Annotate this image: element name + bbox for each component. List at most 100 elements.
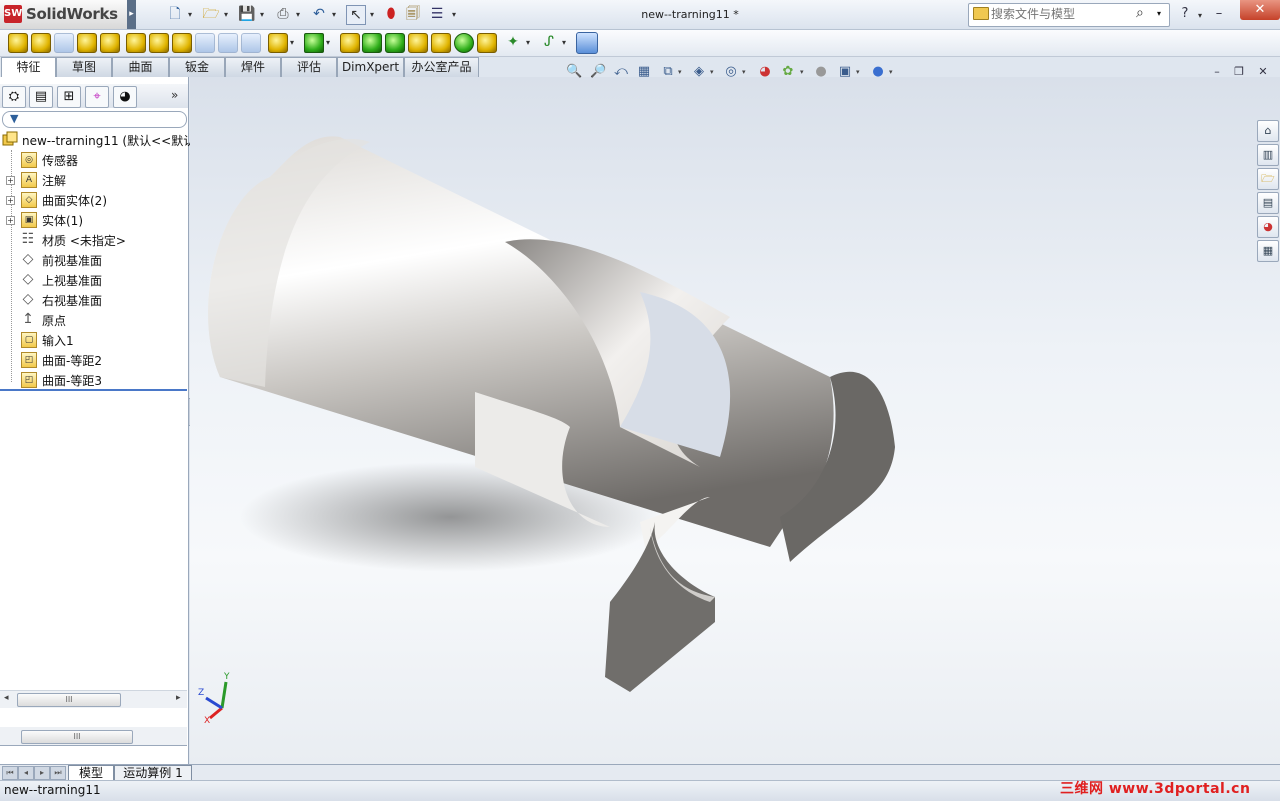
save-icon[interactable]: 💾 xyxy=(238,5,256,23)
hole-wizard-icon[interactable] xyxy=(149,33,169,53)
view-settings-icon[interactable]: ▣ xyxy=(837,64,853,80)
rib-icon[interactable] xyxy=(340,33,360,53)
configuration-manager-tab-icon[interactable]: ⊞ xyxy=(57,86,81,108)
apply-scene-dropdown-icon[interactable]: ▾ xyxy=(800,68,804,76)
tree-item[interactable]: ◰ 曲面-等距2 xyxy=(0,350,188,370)
pattern-dropdown-icon[interactable]: ▾ xyxy=(326,38,330,47)
curves-icon[interactable]: ᔑ xyxy=(540,33,558,51)
tree-filter-field[interactable]: ▼ xyxy=(2,111,187,128)
undo-icon[interactable]: ↶ xyxy=(310,5,328,23)
tab-motion-study-1[interactable]: 运动算例 1 xyxy=(114,765,192,781)
viewport-restore-icon[interactable]: ❐ xyxy=(1228,64,1250,80)
property-manager-tab-icon[interactable]: ▤ xyxy=(29,86,53,108)
view-palette-icon[interactable]: ▤ xyxy=(1257,192,1279,214)
rollback-bar[interactable] xyxy=(0,389,187,391)
tree-item[interactable]: ◇ 右视基准面 xyxy=(0,290,188,310)
photoview-dropdown-icon[interactable]: ▾ xyxy=(889,68,893,76)
display-manager-tab-icon[interactable]: ◕ xyxy=(113,86,137,108)
options-dropdown-icon[interactable]: ▾ xyxy=(452,10,456,19)
tab-surfaces[interactable]: 曲面 xyxy=(112,57,169,77)
linear-pattern-icon[interactable] xyxy=(304,33,324,53)
save-dropdown-icon[interactable]: ▾ xyxy=(260,10,264,19)
previous-view-icon[interactable]: ⤺ xyxy=(613,64,629,80)
reference-geometry-dropdown-icon[interactable]: ▾ xyxy=(526,38,530,47)
view-orientation-dropdown-icon[interactable]: ▾ xyxy=(678,68,682,76)
custom-properties-icon[interactable]: ▦ xyxy=(1257,240,1279,262)
search-box[interactable]: ⌕ ▾ xyxy=(968,3,1170,27)
dome-icon[interactable] xyxy=(431,33,451,53)
revolved-boss-icon[interactable] xyxy=(31,33,51,53)
lofted-boss-icon[interactable] xyxy=(77,33,97,53)
new-document-icon[interactable]: 🗋 xyxy=(166,5,184,23)
realview-graphics-icon[interactable]: ● xyxy=(813,64,829,80)
tab-prev-icon[interactable]: ◂ xyxy=(18,766,34,780)
expand-icon[interactable]: + xyxy=(6,176,15,185)
reference-geometry-icon[interactable]: ✦ xyxy=(504,33,522,51)
boundary-boss-icon[interactable] xyxy=(100,33,120,53)
tree-item[interactable]: ↥ 原点 xyxy=(0,310,188,330)
search-dropdown-icon[interactable]: ▾ xyxy=(1157,9,1161,18)
instant3d-icon[interactable] xyxy=(576,32,598,54)
section-view-icon[interactable]: ▦ xyxy=(636,64,652,80)
select-dropdown-icon[interactable]: ▾ xyxy=(370,10,374,19)
solidworks-resources-icon[interactable]: ⌂ xyxy=(1257,120,1279,142)
tree-root-part[interactable]: new--trarning11 (默认<<默认> xyxy=(22,132,205,149)
select-pointer-icon[interactable]: ↖ xyxy=(346,5,366,25)
view-settings-dropdown-icon[interactable]: ▾ xyxy=(856,68,860,76)
expand-icon[interactable]: + xyxy=(6,216,15,225)
scroll-left-icon[interactable]: ◂ xyxy=(4,693,9,703)
expand-panel-icon[interactable]: » xyxy=(171,88,178,102)
open-folder-icon[interactable]: 🗁 xyxy=(202,5,220,23)
intersect-icon[interactable] xyxy=(454,33,474,53)
tree-item[interactable]: ◰ 曲面-等距3 xyxy=(0,370,188,390)
search-icon[interactable]: ⌕ xyxy=(1136,5,1144,21)
tab-features[interactable]: 特征 xyxy=(1,57,56,78)
boundary-cut-icon[interactable] xyxy=(241,33,261,53)
tab-next-icon[interactable]: ▸ xyxy=(34,766,50,780)
print-dropdown-icon[interactable]: ▾ xyxy=(296,10,300,19)
help-dropdown-icon[interactable]: ▾ xyxy=(1198,11,1202,20)
undo-dropdown-icon[interactable]: ▾ xyxy=(332,10,336,19)
swept-cut-icon[interactable] xyxy=(195,33,215,53)
tab-first-icon[interactable]: ⏮ xyxy=(2,766,18,780)
options-icon[interactable]: ☰ xyxy=(428,5,446,23)
extruded-boss-icon[interactable] xyxy=(8,33,28,53)
panel-lower-scrollbar[interactable]: III xyxy=(0,727,187,745)
search-input[interactable] xyxy=(991,6,1131,22)
graphics-viewport[interactable] xyxy=(190,77,1280,764)
help-icon[interactable]: ? xyxy=(1174,4,1196,24)
tab-sketch[interactable]: 草图 xyxy=(56,57,112,77)
new-dropdown-icon[interactable]: ▾ xyxy=(188,10,192,19)
curves-dropdown-icon[interactable]: ▾ xyxy=(562,38,566,47)
appearances-icon[interactable]: ◕ xyxy=(1257,216,1279,238)
scroll-thumb[interactable]: III xyxy=(17,693,121,707)
scroll-thumb[interactable]: III xyxy=(21,730,133,744)
dimxpert-manager-tab-icon[interactable]: ⌖ xyxy=(85,86,109,108)
tab-weldments[interactable]: 焊件 xyxy=(225,57,281,77)
extruded-cut-icon[interactable] xyxy=(126,33,146,53)
hide-show-dropdown-icon[interactable]: ▾ xyxy=(742,68,746,76)
open-dropdown-icon[interactable]: ▾ xyxy=(224,10,228,19)
hide-show-items-icon[interactable]: ◎ xyxy=(723,64,739,80)
solidworks-menu-button[interactable]: SW SolidWorks xyxy=(0,0,128,29)
mirror-icon[interactable] xyxy=(477,33,497,53)
zoom-to-fit-icon[interactable]: 🔍 xyxy=(566,64,582,80)
view-orientation-icon[interactable]: ⧉ xyxy=(660,64,676,80)
photoview-icon[interactable]: ● xyxy=(870,64,886,80)
tree-item[interactable]: ☷ 材质 <未指定> xyxy=(0,230,188,250)
tab-sheet-metal[interactable]: 钣金 xyxy=(169,57,225,77)
swept-boss-icon[interactable] xyxy=(54,33,74,53)
tree-item[interactable]: ◎ 传感器 xyxy=(0,150,188,170)
revolved-cut-icon[interactable] xyxy=(172,33,192,53)
scroll-right-icon[interactable]: ▸ xyxy=(176,693,181,703)
fillet-dropdown-icon[interactable]: ▾ xyxy=(290,38,294,47)
tree-item[interactable]: ▢ 输入1 xyxy=(0,330,188,350)
rebuild-traffic-light-icon[interactable]: ⬮ xyxy=(382,5,400,23)
menu-expand-arrow-icon[interactable]: ▸ xyxy=(127,0,136,29)
tree-item[interactable]: + ▣ 实体(1) xyxy=(0,210,188,230)
draft-icon[interactable] xyxy=(362,33,382,53)
print-icon[interactable]: ⎙ xyxy=(274,5,292,23)
shell-icon[interactable] xyxy=(385,33,405,53)
apply-scene-icon[interactable]: ✿ xyxy=(780,64,796,80)
file-properties-icon[interactable]: 🗐 xyxy=(404,5,422,23)
